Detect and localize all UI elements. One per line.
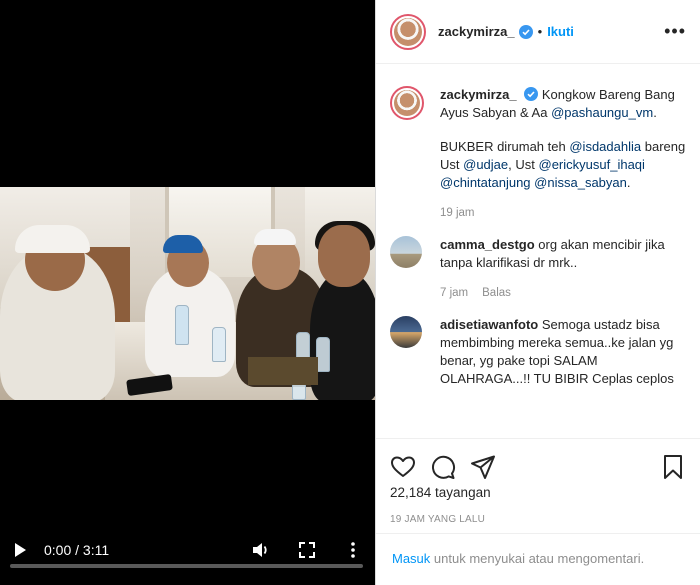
mention-link[interactable]: @udjae [463, 157, 508, 172]
mention-link[interactable]: @nissa_sabyan [534, 175, 627, 190]
reply-button[interactable]: Balas [482, 287, 511, 299]
mention-link[interactable]: @pashaungu_vm [551, 105, 653, 120]
bookmark-icon[interactable] [660, 454, 686, 480]
mention-link[interactable]: @isdadahlia [569, 139, 641, 154]
video-time: 0:00 / 3:11 [44, 542, 110, 558]
post-header: zackymirza_ • Ikuti ••• [376, 0, 700, 64]
comment-avatar[interactable] [390, 236, 422, 268]
share-icon[interactable] [470, 454, 496, 480]
follow-button[interactable]: Ikuti [547, 24, 574, 39]
comment-time: 7 jam [440, 287, 469, 299]
video-player[interactable]: 0:00 / 3:11 [0, 0, 375, 585]
video-controls: 0:00 / 3:11 [0, 523, 375, 585]
caption-username[interactable]: zackymirza_ [440, 87, 517, 102]
post-actions: 22,184 tayangan 19 JAM YANG LALU Masuk u… [376, 438, 700, 585]
play-icon[interactable] [10, 540, 30, 560]
comment-username[interactable]: camma_destgo [440, 237, 535, 252]
view-count[interactable]: 22,184 tayangan [376, 483, 700, 500]
login-bar: Masuk untuk menyukai atau mengomentari. [376, 533, 700, 585]
mention-link[interactable]: @chintatanjung [440, 175, 531, 190]
avatar[interactable] [390, 13, 426, 50]
video-progress-bar[interactable] [10, 564, 363, 568]
caption-time: 19 jam [440, 207, 475, 219]
post-timestamp: 19 JAM YANG LALU [390, 514, 486, 525]
volume-icon[interactable] [251, 540, 271, 560]
verified-icon [518, 24, 533, 39]
verified-icon [524, 87, 539, 101]
mention-link[interactable]: @erickyusuf_ihaqi [539, 157, 645, 172]
more-options-icon[interactable]: ••• [664, 21, 686, 42]
comment-avatar[interactable] [390, 316, 422, 348]
video-frame[interactable] [0, 187, 375, 400]
comment-icon[interactable] [430, 454, 456, 480]
comment-item: adisetiawanfoto Semoga ustadz bisa membi… [390, 316, 686, 388]
instagram-post: 0:00 / 3:11 zackymirza_ • Ikuti ••• zack… [0, 0, 700, 585]
post-panel: zackymirza_ • Ikuti ••• zackymirza_ Kong… [375, 0, 700, 585]
fullscreen-icon[interactable] [297, 540, 317, 560]
comment-item: camma_destgo org akan mencibir jika tanp… [390, 236, 686, 302]
separator-dot: • [537, 24, 543, 39]
caption-avatar[interactable] [390, 86, 424, 120]
video-more-icon[interactable] [343, 540, 363, 560]
comments-list[interactable]: zackymirza_ Kongkow Bareng Bang Ayus Sab… [376, 64, 700, 438]
comment-username[interactable]: adisetiawanfoto [440, 317, 538, 332]
caption: zackymirza_ Kongkow Bareng Bang Ayus Sab… [390, 86, 686, 222]
login-link[interactable]: Masuk [392, 551, 430, 566]
heart-icon[interactable] [390, 454, 416, 480]
header-username[interactable]: zackymirza_ [438, 24, 515, 39]
